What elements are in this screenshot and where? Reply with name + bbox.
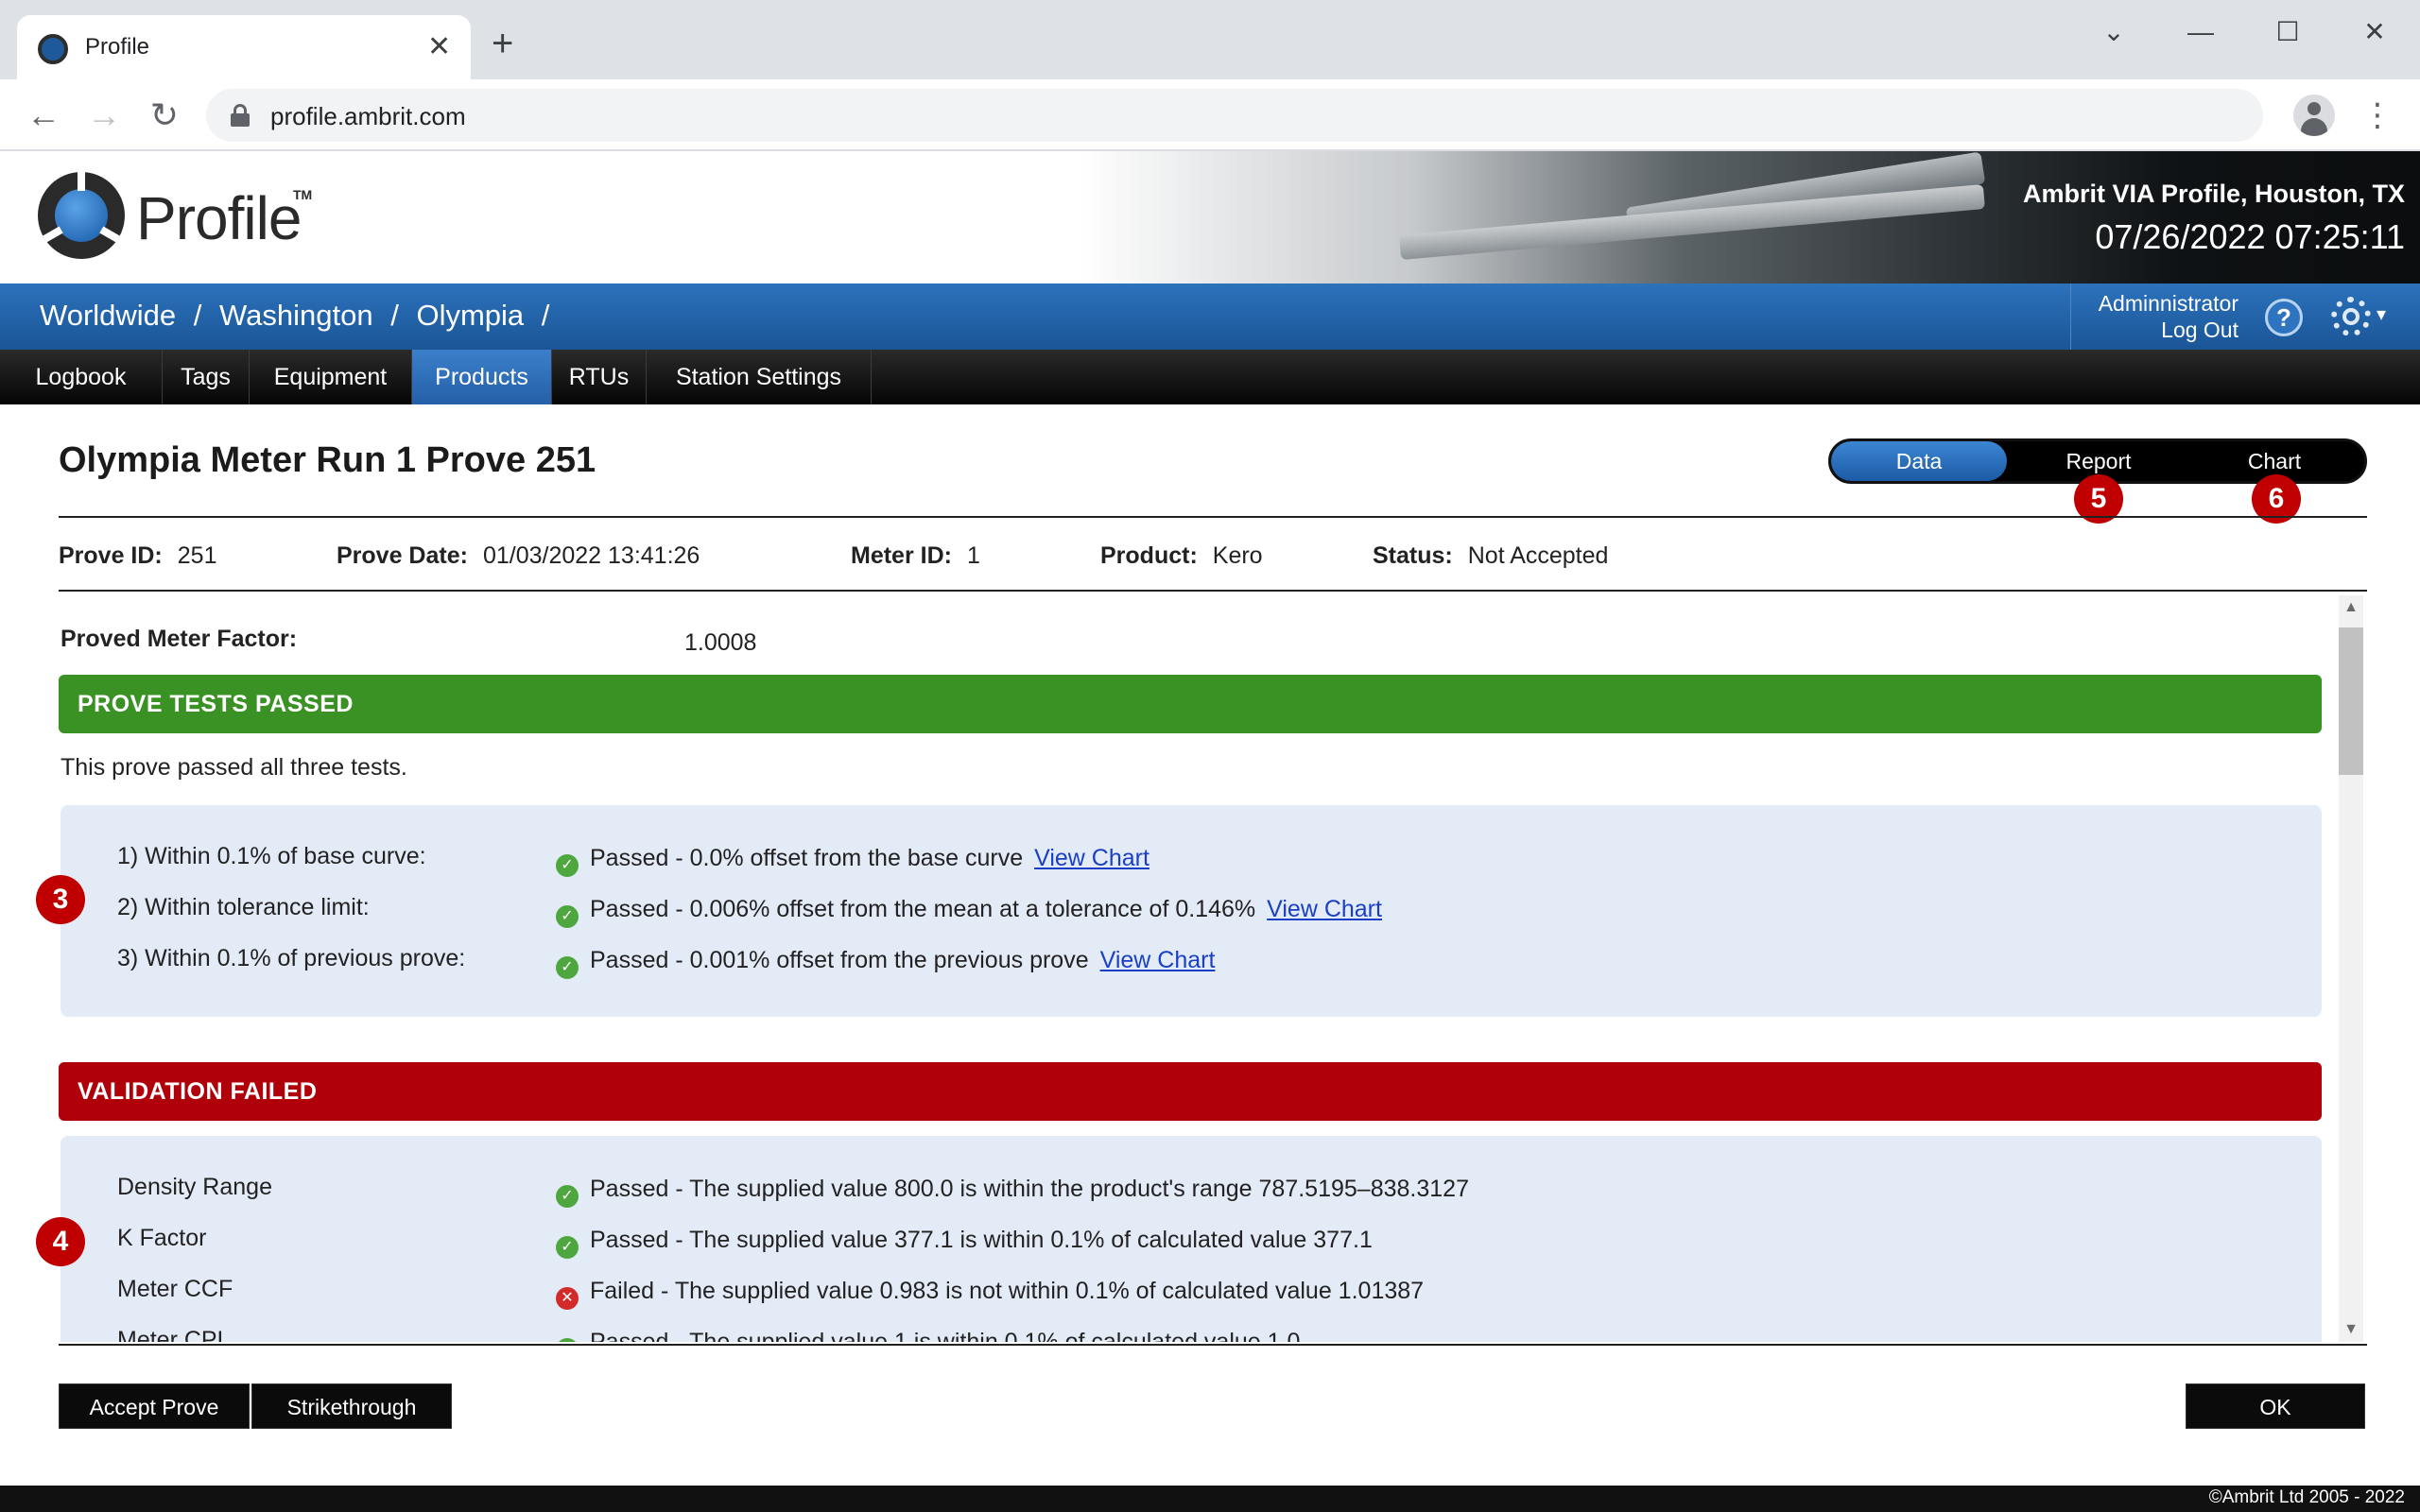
address-bar[interactable]: profile.ambrit.com <box>206 89 2263 142</box>
logout-link[interactable]: Log Out <box>2161 318 2238 343</box>
test-result: ✓ Passed - 0.0% offset from the base curv… <box>556 845 1150 877</box>
browser-toolbar: ← → ↻ profile.ambrit.com ⋮ <box>0 79 2420 151</box>
nav-equipment[interactable]: Equipment <box>250 350 412 404</box>
meta-status: Status: Not Accepted <box>1373 542 1609 569</box>
tab-data[interactable]: Data <box>1831 441 2007 481</box>
validation-label: K Factor <box>117 1225 207 1251</box>
gear-icon[interactable] <box>2331 297 2371 336</box>
close-tab-icon[interactable]: ✕ <box>427 30 451 64</box>
minimize-icon[interactable]: — <box>2172 13 2229 51</box>
logo-text: Profile <box>136 184 302 252</box>
callout-marker-3: 3 <box>36 875 85 924</box>
ok-button[interactable]: OK <box>2186 1383 2365 1429</box>
validation-label: Meter CPL <box>117 1327 231 1342</box>
proved-meter-factor-label: Proved Meter Factor: <box>60 626 298 652</box>
browser-profile-icon[interactable] <box>2293 94 2335 136</box>
footer: ©Ambrit Ltd 2005 - 2022 <box>0 1486 2420 1512</box>
app-header: Profile TM Ambrit VIA Profile, Houston, … <box>0 151 2420 284</box>
divider <box>59 590 2367 592</box>
view-chart-link[interactable]: View Chart <box>1034 845 1150 871</box>
proved-meter-factor-value: 1.0008 <box>684 629 757 656</box>
breadcrumb-olympia[interactable]: Olympia <box>416 299 524 332</box>
test-label: 2) Within tolerance limit: <box>117 894 370 920</box>
scroll-thumb[interactable] <box>2339 627 2363 775</box>
validation-result: ✕ Failed - The supplied value 0.983 is no… <box>556 1278 1424 1310</box>
nav-rtus[interactable]: RTUs <box>552 350 647 404</box>
meta-prove-date: Prove Date: 01/03/2022 13:41:26 <box>337 542 700 569</box>
scroll-down-icon[interactable]: ▼ <box>2339 1317 2363 1342</box>
check-icon: ✓ <box>556 1236 579 1259</box>
breadcrumb-worldwide[interactable]: Worldwide <box>40 299 176 332</box>
page-title: Olympia Meter Run 1 Prove 251 <box>59 440 596 480</box>
user-name[interactable]: Adminnistrator <box>2099 291 2238 317</box>
check-icon: ✓ <box>556 905 579 928</box>
validation-result: ✓ Passed - The supplied value 377.1 is wi… <box>556 1227 1373 1259</box>
view-chart-link[interactable]: View Chart <box>1267 896 1382 922</box>
logo-trademark: TM <box>293 187 313 202</box>
prove-tests-banner: PROVE TESTS PASSED <box>59 675 2322 733</box>
test-label: 1) Within 0.1% of base curve: <box>117 843 426 869</box>
test-result: ✓ Passed - 0.001% offset from the previou… <box>556 947 1215 979</box>
lock-icon[interactable] <box>231 104 250 127</box>
check-icon: ✓ <box>556 1185 579 1208</box>
tab-search-chevron-icon[interactable]: ⌄ <box>2085 13 2142 51</box>
meta-prove-id: Prove ID: 251 <box>59 542 217 569</box>
divider <box>59 1344 2367 1346</box>
breadcrumb: Worldwide / Washington / Olympia / <box>40 299 559 333</box>
nav-station-settings[interactable]: Station Settings <box>647 350 872 404</box>
breadcrumb-washington[interactable]: Washington <box>219 299 373 332</box>
scroll-up-icon[interactable]: ▲ <box>2339 595 2363 620</box>
prove-tests-summary: This prove passed all three tests. <box>60 754 407 781</box>
site-name: Ambrit VIA Profile, Houston, TX <box>2022 180 2405 208</box>
browser-menu-icon[interactable]: ⋮ <box>2361 94 2394 136</box>
breadcrumb-separator: / <box>193 299 202 332</box>
url-text[interactable]: profile.ambrit.com <box>270 102 466 131</box>
validation-banner: VALIDATION FAILED <box>59 1062 2322 1121</box>
new-tab-icon[interactable]: + <box>492 25 513 62</box>
view-chart-link[interactable]: View Chart <box>1100 947 1216 973</box>
test-label: 3) Within 0.1% of previous prove: <box>117 945 466 971</box>
error-icon: ✕ <box>556 1287 579 1310</box>
accept-prove-button[interactable]: Accept Prove <box>59 1383 250 1429</box>
nav-tags[interactable]: Tags <box>163 350 250 404</box>
tab-title: Profile <box>85 34 150 60</box>
validation-label: Density Range <box>117 1174 272 1200</box>
back-arrow-icon[interactable]: ← <box>23 94 64 136</box>
reload-icon[interactable]: ↻ <box>144 94 185 136</box>
prove-details-scroll-area[interactable]: Proved Meter Factor: 1.0008 PROVE TESTS … <box>59 595 2367 1342</box>
meta-meter-id: Meter ID: 1 <box>851 542 980 569</box>
scrollbar[interactable]: ▲ ▼ <box>2339 595 2363 1342</box>
check-icon: ✓ <box>556 956 579 979</box>
profile-logo-icon <box>38 172 125 259</box>
nav-products[interactable]: Products <box>412 350 552 404</box>
browser-tab[interactable]: Profile ✕ <box>17 15 471 79</box>
check-icon: ✓ <box>556 854 579 877</box>
divider <box>59 516 2367 518</box>
window-close-icon[interactable]: ✕ <box>2346 13 2403 51</box>
main-nav: Logbook Tags Equipment Products RTUs Sta… <box>0 350 2420 404</box>
browser-tab-strip: Profile ✕ + ⌄ — ☐ ✕ <box>0 0 2420 79</box>
breadcrumb-bar: Worldwide / Washington / Olympia / Admin… <box>0 284 2420 350</box>
test-result: ✓ Passed - 0.006% offset from the mean at… <box>556 896 1382 928</box>
meta-product: Product: Kero <box>1100 542 1263 569</box>
nav-logbook[interactable]: Logbook <box>0 350 163 404</box>
breadcrumb-separator: / <box>390 299 399 332</box>
breadcrumb-separator: / <box>541 299 550 332</box>
caret-down-icon[interactable]: ▾ <box>2377 302 2386 326</box>
user-box: Adminnistrator Log Out <box>2070 284 2240 350</box>
prove-tests-panel: 1) Within 0.1% of base curve: ✓ Passed - … <box>60 805 2322 1017</box>
site-clock: 07/26/2022 07:25:11 <box>2095 217 2405 256</box>
help-icon[interactable]: ? <box>2265 299 2303 336</box>
forward-arrow-icon[interactable]: → <box>83 94 125 136</box>
copyright: ©Ambrit Ltd 2005 - 2022 <box>2208 1487 2405 1507</box>
profile-favicon-icon <box>38 34 68 64</box>
callout-marker-4: 4 <box>36 1217 85 1266</box>
maximize-icon[interactable]: ☐ <box>2259 13 2316 51</box>
strikethrough-button[interactable]: Strikethrough <box>251 1383 452 1429</box>
validation-result: ✓ Passed - The supplied value 800.0 is wi… <box>556 1176 1469 1208</box>
check-icon: ✓ <box>556 1338 579 1342</box>
validation-panel: Density Range ✓ Passed - The supplied val… <box>60 1136 2322 1342</box>
validation-result: ✓Passed - The supplied value 1 is within… <box>556 1329 1300 1342</box>
validation-label: Meter CCF <box>117 1276 233 1302</box>
